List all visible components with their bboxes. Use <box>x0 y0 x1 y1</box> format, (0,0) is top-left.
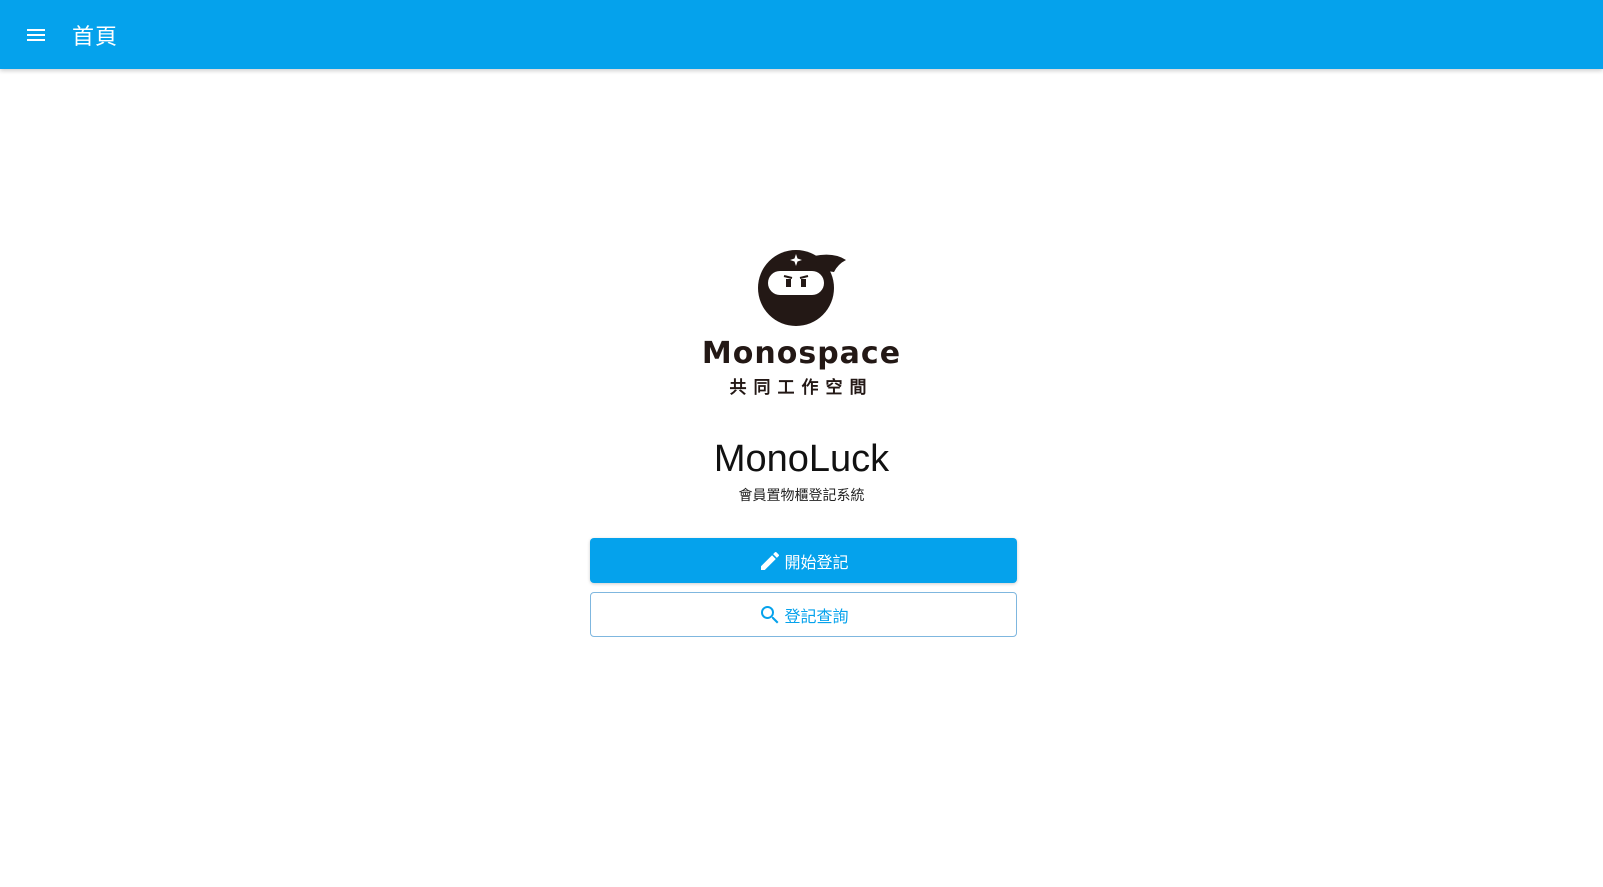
menu-button[interactable] <box>10 9 62 61</box>
query-registration-label: 登記查詢 <box>784 606 849 626</box>
start-registration-label: 開始登記 <box>784 552 849 572</box>
app-bar: 首頁 <box>0 0 1603 69</box>
query-registration-button[interactable]: 登記查詢 <box>590 592 1017 637</box>
pencil-icon <box>758 549 782 573</box>
logo-subtitle: 共同工作空間 <box>729 378 874 398</box>
ninja-mascot-icon <box>757 250 846 326</box>
logo-wordmark: Monospace <box>701 336 902 371</box>
menu-icon <box>27 28 45 41</box>
search-icon <box>758 603 782 627</box>
page-title: 首頁 <box>72 24 119 50</box>
app-title: MonoLuck <box>713 438 890 480</box>
start-registration-button[interactable]: 開始登記 <box>590 538 1017 583</box>
app-subtitle: 會員置物櫃登記系統 <box>738 488 865 504</box>
monospace-logo: Monospace 共同工作空間 <box>0 246 1603 398</box>
